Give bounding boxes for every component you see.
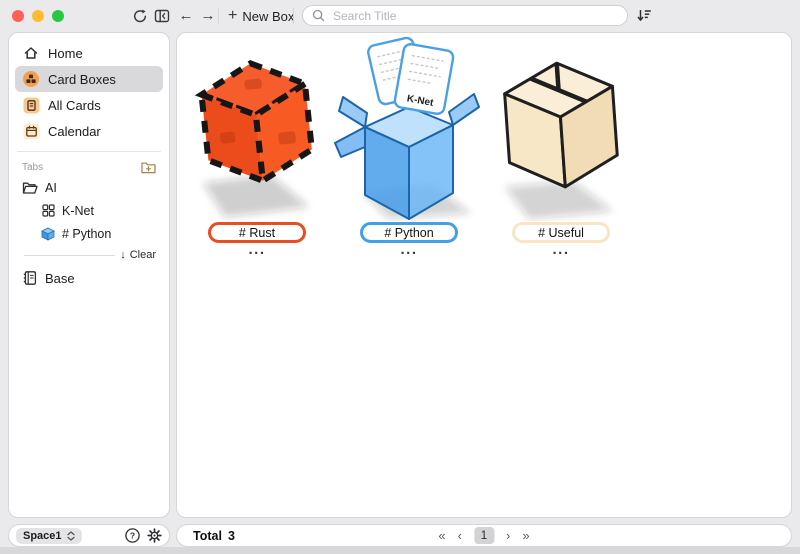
last-page-button[interactable]: » [522,527,529,544]
clear-divider [24,255,115,256]
total-label: Total [193,529,222,543]
tab-item-label: # Python [62,227,111,241]
forward-icon[interactable]: → [198,6,218,26]
next-page-button[interactable]: › [506,527,510,544]
new-box-button[interactable]: + New Box [224,5,298,27]
notebook-icon [22,269,38,287]
plus-icon: + [228,8,237,24]
current-page[interactable]: 1 [474,527,494,544]
settings-gear-icon[interactable] [146,528,162,544]
tag-label: # Python [384,226,433,240]
sidebar-divider [17,151,161,152]
main-content: # Rust ... [176,32,792,518]
window-controls [12,10,64,22]
search-input[interactable] [331,8,618,24]
sidebar-item-card-boxes[interactable]: Card Boxes [15,66,163,92]
sidebar-item-label: Base [45,271,75,286]
sidebar-toggle-icon[interactable] [152,6,172,26]
sidebar-item-calendar[interactable]: Calendar [15,118,163,144]
app-window: { "window_controls": { "close_color": "#… [0,0,800,554]
more-options-button[interactable]: ... [181,245,333,255]
card-box-python: K-Net # Python ... [333,35,485,255]
total-count: Total 3 [193,529,235,543]
rust-box-image[interactable] [181,35,333,221]
toolbar-divider [293,8,294,24]
first-page-button[interactable]: « [438,527,445,544]
sidebar-item-label: Home [48,46,83,61]
sort-icon[interactable] [636,7,654,25]
title-bar: ← → + New Box [0,0,800,32]
close-button[interactable] [12,10,24,22]
window-bottom-edge [0,547,800,554]
forward-glyph: → [201,6,216,26]
tab-item-python[interactable]: # Python [15,222,163,245]
pagination: « ‹ 1 › » [438,527,529,544]
sidebar-item-label: Calendar [48,124,101,139]
tag-pill-rust[interactable]: # Rust [208,222,306,243]
arrow-down-icon: ↓ [120,249,126,261]
space-label: Space1 [23,530,62,542]
tab-folder-ai[interactable]: AI [15,176,163,199]
zoom-button[interactable] [52,10,64,22]
sidebar-item-label: All Cards [48,98,101,113]
tab-item-label: K-Net [62,204,94,218]
help-glyph: ? [129,531,134,541]
chevron-up-down-icon [67,531,75,541]
tabs-section-title: Tabs [22,162,43,173]
clear-button[interactable]: ↓ Clear [120,249,156,261]
search-icon [312,9,325,22]
home-icon [22,44,40,62]
tag-pill-python[interactable]: # Python [360,222,458,243]
space-selector[interactable]: Space1 [16,528,82,544]
search-box[interactable] [302,5,628,26]
tabs-header: Tabs [15,158,163,176]
card-boxes-icon [22,70,40,88]
tag-label: # Useful [538,226,584,240]
sidebar-item-all-cards[interactable]: All Cards [15,92,163,118]
cube-icon [41,225,55,243]
new-box-label: New Box [242,9,294,24]
card-box-rust: # Rust ... [181,35,333,255]
clear-label: Clear [130,249,156,261]
back-glyph: ← [179,6,194,26]
prev-page-button[interactable]: ‹ [458,527,462,544]
sidebar: Home Card Boxes All Cards Calendar Tabs … [8,32,170,518]
all-cards-icon [22,96,40,114]
sidebar-item-home[interactable]: Home [15,40,163,66]
toolbar-divider [218,8,219,24]
useful-box-image[interactable] [485,35,637,221]
refresh-icon[interactable] [130,6,150,26]
tag-pill-useful[interactable]: # Useful [512,222,610,243]
sidebar-item-base[interactable]: Base [15,265,163,291]
sidebar-item-label: Card Boxes [48,72,116,87]
more-options-button[interactable]: ... [485,245,637,255]
minimize-button[interactable] [32,10,44,22]
add-folder-icon[interactable] [141,161,156,174]
python-box-image[interactable]: K-Net [333,35,485,221]
calendar-icon [22,122,40,140]
total-value: 3 [228,529,235,543]
tag-label: # Rust [239,226,275,240]
tab-folder-label: AI [45,181,57,195]
status-bar: Total 3 « ‹ 1 › » [176,524,792,547]
back-icon[interactable]: ← [176,6,196,26]
help-button[interactable]: ? [124,528,140,544]
grid-icon [41,202,55,220]
space-bar: Space1 ? [8,524,170,547]
more-options-button[interactable]: ... [333,245,485,255]
card-box-useful: # Useful ... [485,35,637,255]
tab-item-knet[interactable]: K-Net [15,199,163,222]
folder-open-icon [22,179,38,197]
clear-row: ↓ Clear [15,245,163,265]
